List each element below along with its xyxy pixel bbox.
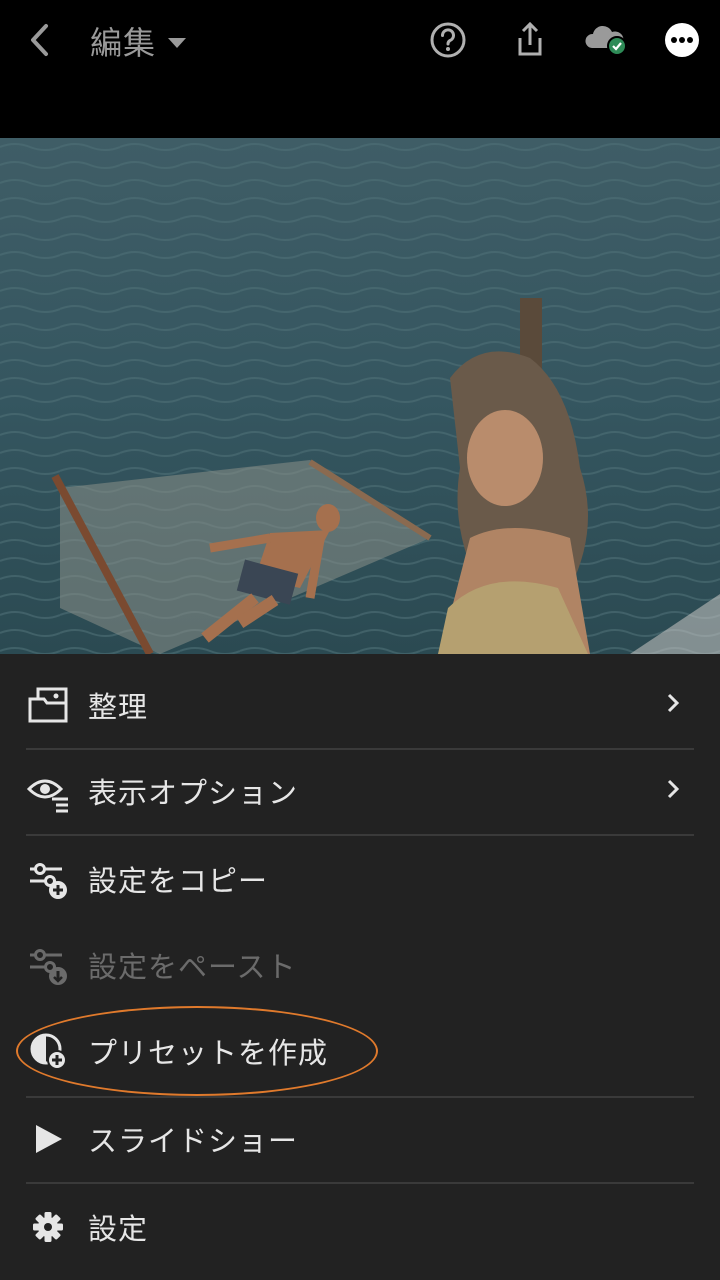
menu-item-copy-settings[interactable]: 設定をコピー [26,836,694,922]
play-icon [36,1125,62,1153]
view-options-icon [26,779,68,813]
menu-item-view-options[interactable]: 表示オプション [26,748,694,834]
menu-item-create-preset[interactable]: プリセットを作成 [26,1008,694,1094]
menu-item-settings[interactable]: 設定 [26,1184,694,1270]
menu-item-label: 設定 [88,1212,149,1246]
menu-item-paste-settings: 設定をペースト [26,922,694,1008]
top-bar: 編集 [0,0,720,138]
copy-settings-icon [30,863,67,899]
gear-icon [33,1212,63,1242]
caret-down-icon [168,38,187,48]
chevron-right-icon [667,693,680,713]
share-icon[interactable] [508,18,552,62]
page-title: 編集 [90,24,157,62]
back-arrow-icon[interactable] [24,20,56,60]
menu-item-label: 設定をコピー [88,864,269,898]
edit-mode-dropdown[interactable]: 編集 [90,18,187,64]
menu-item-label: 表示オプション [88,776,299,810]
help-icon[interactable] [426,18,470,62]
menu-item-label: スライドショー [88,1124,299,1158]
menu-item-label: 整理 [88,690,149,724]
photo-preview [0,138,720,654]
menu-item-slideshow[interactable]: スライドショー [26,1096,694,1182]
cloud-synced-icon[interactable] [582,18,632,62]
create-preset-icon [30,1033,67,1070]
chevron-right-icon [667,779,680,799]
menu-item-label: プリセットを作成 [88,1036,329,1070]
paste-settings-icon [30,949,67,985]
more-icon[interactable] [660,18,704,62]
menu-item-organize[interactable]: 整理 [26,662,694,748]
menu-item-label: 設定をペースト [88,950,297,984]
organize-icon [28,687,68,723]
